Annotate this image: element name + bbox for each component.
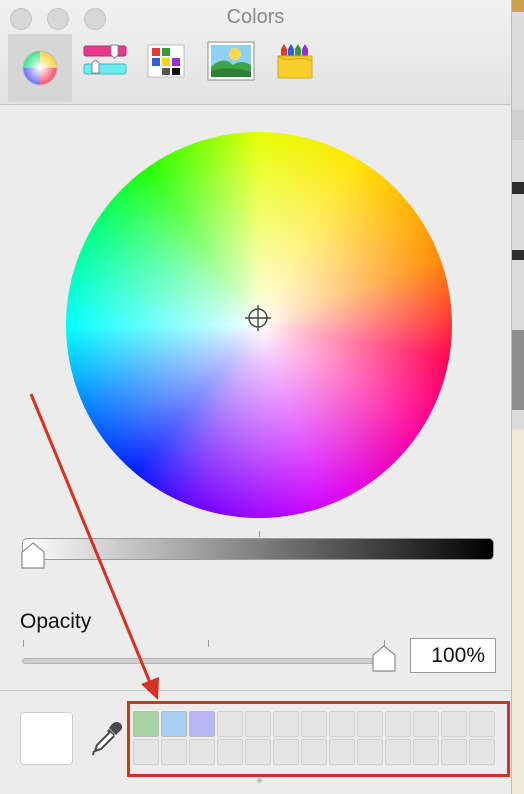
title-bar: Colors <box>0 0 511 105</box>
color-wheel-icon <box>22 50 58 86</box>
color-palettes-icon <box>147 44 185 78</box>
divider <box>0 690 511 691</box>
opacity-tick <box>23 640 24 647</box>
color-sliders-icon <box>83 44 127 75</box>
opacity-label: Opacity <box>20 610 92 633</box>
opacity-value-field[interactable]: 100% <box>410 638 496 673</box>
brightness-slider-thumb[interactable] <box>20 542 46 570</box>
brightness-tick <box>259 531 260 537</box>
crosshair-icon[interactable] <box>245 305 271 331</box>
tab-color-palettes[interactable] <box>146 40 186 82</box>
tab-color-wheel[interactable] <box>8 34 72 102</box>
tab-crayons[interactable] <box>274 40 316 82</box>
background-window-strip <box>512 0 524 794</box>
tab-color-sliders[interactable] <box>82 40 128 82</box>
opacity-slider[interactable] <box>22 658 394 664</box>
brightness-slider[interactable] <box>22 538 494 560</box>
eyedropper-icon[interactable] <box>90 720 122 756</box>
opacity-slider-thumb[interactable] <box>371 645 397 673</box>
opacity-tick <box>208 640 209 647</box>
window-title: Colors <box>226 6 285 28</box>
crayons-icon <box>277 44 313 79</box>
image-palettes-icon <box>207 41 255 81</box>
resize-handle[interactable] <box>257 778 262 783</box>
annotation-highlight-box <box>127 701 510 777</box>
current-color-well[interactable] <box>20 712 73 765</box>
colors-panel: Colors Opacity 100% <box>0 0 512 794</box>
tab-image-palettes[interactable] <box>206 40 256 82</box>
